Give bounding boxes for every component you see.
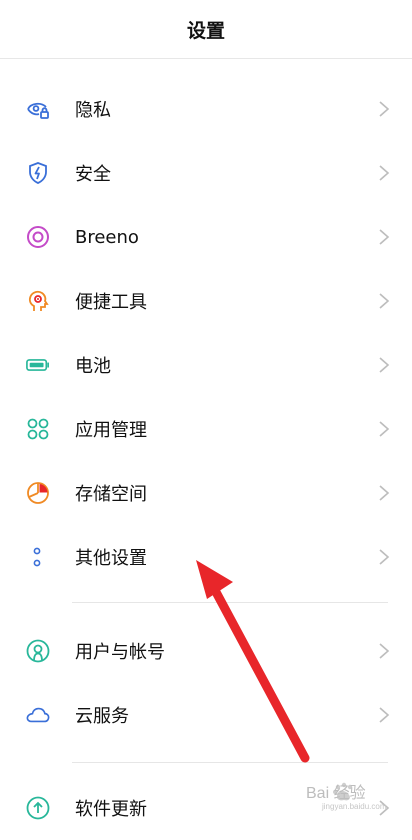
settings-item-battery[interactable]: 电池	[0, 333, 412, 397]
watermark-text: Bai 经验	[306, 784, 366, 802]
chevron-right-icon	[379, 293, 390, 309]
chevron-right-icon	[379, 707, 390, 723]
watermark-subtext: jingyan.baidu.com	[321, 802, 387, 811]
settings-item-label: 隐私	[75, 100, 111, 121]
breeno-ring-icon	[26, 225, 50, 249]
other-settings-dots-icon	[26, 545, 50, 569]
chevron-right-icon	[379, 421, 390, 437]
software-update-icon	[26, 796, 50, 820]
chevron-right-icon	[379, 643, 390, 659]
settings-item-user-account[interactable]: 用户与帐号	[0, 619, 412, 683]
settings-item-label: 安全	[75, 164, 111, 185]
security-shield-icon	[26, 161, 50, 185]
settings-item-label: Breeno	[75, 226, 139, 248]
settings-item-app-management[interactable]: 应用管理	[0, 397, 412, 461]
privacy-eye-lock-icon	[26, 97, 50, 121]
chevron-right-icon	[379, 165, 390, 181]
chevron-right-icon	[379, 485, 390, 501]
settings-item-privacy[interactable]: 隐私	[0, 77, 412, 141]
settings-item-storage[interactable]: 存储空间	[0, 461, 412, 525]
section-divider	[72, 762, 388, 763]
settings-item-other-settings[interactable]: 其他设置	[0, 525, 412, 589]
settings-item-label: 电池	[75, 356, 111, 377]
settings-item-label: 用户与帐号	[75, 642, 165, 663]
settings-group-main: 隐私 安全 Breeno 便捷工具 电池 应用管理 存储空间 其他设置	[0, 77, 412, 589]
chevron-right-icon	[379, 357, 390, 373]
settings-item-label: 应用管理	[75, 420, 147, 441]
settings-item-convenience-tools[interactable]: 便捷工具	[0, 269, 412, 333]
settings-header: 设置	[0, 0, 412, 59]
settings-item-breeno[interactable]: Breeno	[0, 205, 412, 269]
settings-item-label: 其他设置	[75, 548, 147, 569]
user-account-icon	[26, 639, 50, 663]
baidu-jingyan-watermark: Bai 经验 jingyan.baidu.com	[306, 782, 387, 811]
convenience-head-icon	[26, 289, 50, 313]
page-title: 设置	[186, 19, 225, 42]
settings-item-cloud-service[interactable]: 云服务	[0, 683, 412, 747]
settings-item-label: 云服务	[75, 706, 129, 727]
chevron-right-icon	[379, 101, 390, 117]
chevron-right-icon	[379, 229, 390, 245]
settings-item-security[interactable]: 安全	[0, 141, 412, 205]
apps-grid-icon	[26, 417, 50, 441]
settings-item-label: 便捷工具	[75, 292, 147, 313]
settings-item-label: 存储空间	[75, 484, 147, 505]
chevron-right-icon	[379, 549, 390, 565]
cloud-icon	[26, 703, 50, 727]
battery-icon	[26, 353, 50, 377]
settings-item-label: 软件更新	[75, 799, 147, 820]
section-divider	[72, 602, 388, 603]
storage-pie-icon	[26, 481, 50, 505]
settings-group-accounts: 用户与帐号 云服务	[0, 619, 412, 747]
